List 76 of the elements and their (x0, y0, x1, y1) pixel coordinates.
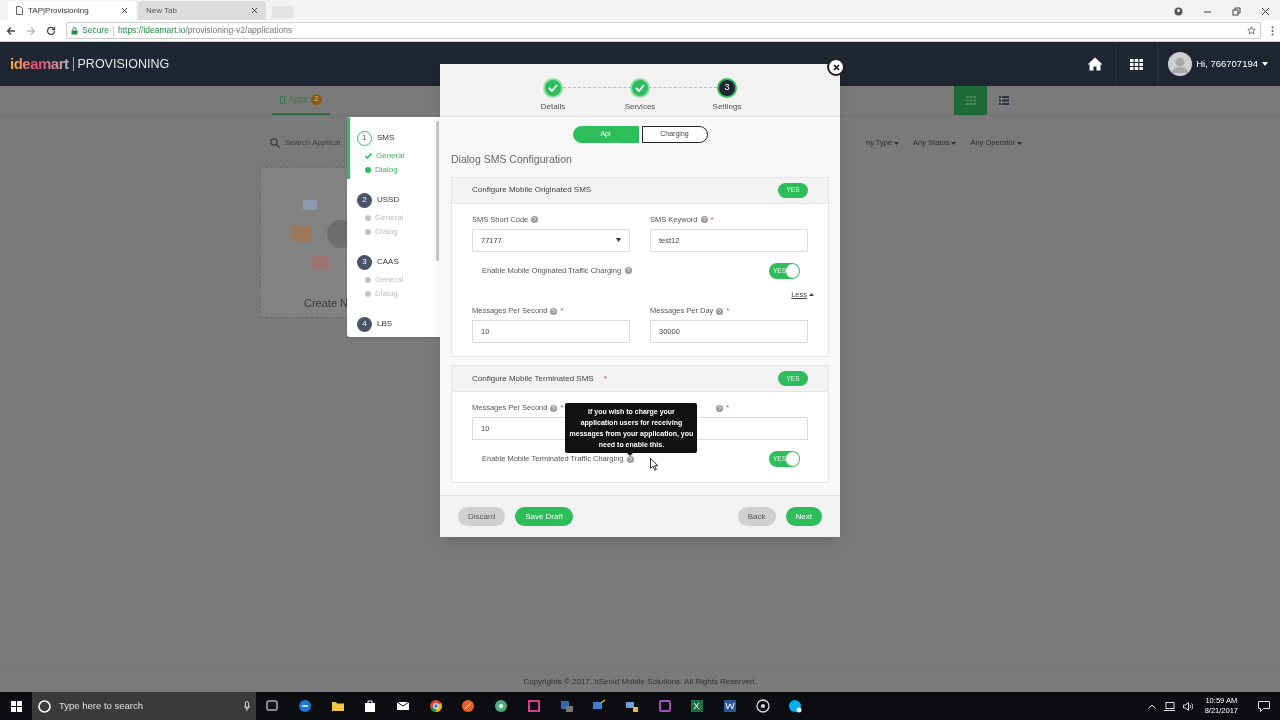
taskbar-search-field[interactable]: Type here to search (32, 692, 256, 720)
section-heading: Configure Mobile Terminated SMS (472, 372, 594, 385)
service-step[interactable]: 1 SMS (357, 130, 395, 146)
page-icon (16, 6, 23, 15)
address-bar[interactable]: Secure https://ideamart.io/provisioning-v2/applications (66, 22, 1261, 39)
view-toggle-button[interactable] (954, 86, 987, 115)
reload-icon[interactable] (46, 25, 56, 36)
service-step[interactable]: 4 LBS (357, 316, 393, 332)
required-mark: * (603, 372, 607, 385)
chevron-up-icon[interactable] (1147, 703, 1156, 709)
action-button[interactable]: Back (737, 507, 776, 526)
secure-label: Secure (82, 24, 109, 37)
caret-up-icon (809, 292, 814, 296)
caret-icon (1017, 141, 1022, 145)
home-icon[interactable] (1086, 57, 1103, 71)
close-icon[interactable] (251, 7, 258, 14)
required-mark: * (726, 402, 730, 414)
card-label: Create N (304, 296, 349, 311)
close-icon[interactable] (1261, 6, 1270, 16)
close-icon (832, 63, 840, 71)
url-text: https://ideamart.io/provisioning-v2/applications (117, 24, 293, 37)
required-mark: * (710, 213, 714, 226)
product-title: PROVISIONING (77, 55, 170, 73)
lock-app-icon[interactable] (559, 699, 574, 713)
wizard-step[interactable]: Services (616, 78, 664, 116)
star-icon[interactable] (1247, 26, 1256, 35)
caret-icon (951, 141, 957, 145)
wizard-step[interactable]: Details (529, 78, 577, 116)
service-step[interactable]: 3 CAAS (357, 254, 399, 270)
speaker-icon[interactable] (1182, 701, 1193, 711)
required-mark: * (560, 305, 564, 317)
copyright-text: Copyrights © 2017. hSenid Mobile Solutions. All Rights Reserved. (523, 675, 757, 688)
avatar-icon (1168, 52, 1193, 76)
search-icon (270, 138, 280, 148)
back-icon[interactable] (6, 25, 16, 36)
menu-icon[interactable] (1271, 25, 1274, 36)
camera-aperture-icon[interactable] (755, 699, 770, 713)
required-mark: * (726, 305, 730, 317)
restore-icon[interactable] (1232, 6, 1241, 16)
list-view-icon (998, 96, 1009, 105)
caret-icon (1262, 62, 1268, 66)
mail-icon[interactable] (396, 699, 411, 713)
grid-view-icon (965, 96, 976, 105)
browser-tab[interactable]: TAP|Provisioning (8, 1, 136, 20)
section-heading: Configure Mobile Originated SMS (472, 184, 592, 197)
profile-icon[interactable] (1174, 6, 1183, 16)
network-icon[interactable] (1163, 701, 1175, 711)
lock-icon (71, 26, 78, 35)
phone-icon (280, 95, 286, 104)
caret-icon (894, 141, 900, 145)
browser-tab[interactable]: New Tab (138, 1, 266, 20)
computer-network-icon[interactable] (624, 699, 639, 713)
help-icon (625, 267, 633, 275)
spreadsheet-icon[interactable] (690, 699, 705, 713)
folder-icon[interactable] (330, 699, 345, 713)
task-view-icon[interactable] (265, 699, 280, 713)
mouse-pointer-icon (650, 458, 659, 471)
store-bag-icon[interactable] (363, 699, 378, 713)
word-document-icon[interactable] (722, 699, 737, 713)
apps-grid-icon[interactable] (1130, 58, 1144, 70)
caret-icon (616, 238, 621, 243)
help-icon (627, 455, 635, 463)
pen-app-icon[interactable] (461, 699, 476, 713)
section-title: Dialog SMS Configuration (451, 152, 573, 167)
tooltip-pointer (625, 450, 636, 456)
search-circle-icon (38, 699, 51, 713)
service-step[interactable]: 2 USSD (357, 192, 400, 208)
action-button[interactable]: Discard (458, 507, 506, 526)
notifications-icon[interactable] (1258, 700, 1270, 712)
close-icon[interactable] (121, 7, 128, 14)
windows-logo-icon[interactable] (10, 700, 22, 712)
microphone-icon (244, 701, 250, 711)
user-menu[interactable]: Hi, 766707194 (1196, 56, 1258, 72)
chrome-icon[interactable] (428, 699, 443, 713)
wizard-step[interactable]: 3 Settings (703, 78, 751, 116)
required-mark: * (560, 402, 564, 414)
